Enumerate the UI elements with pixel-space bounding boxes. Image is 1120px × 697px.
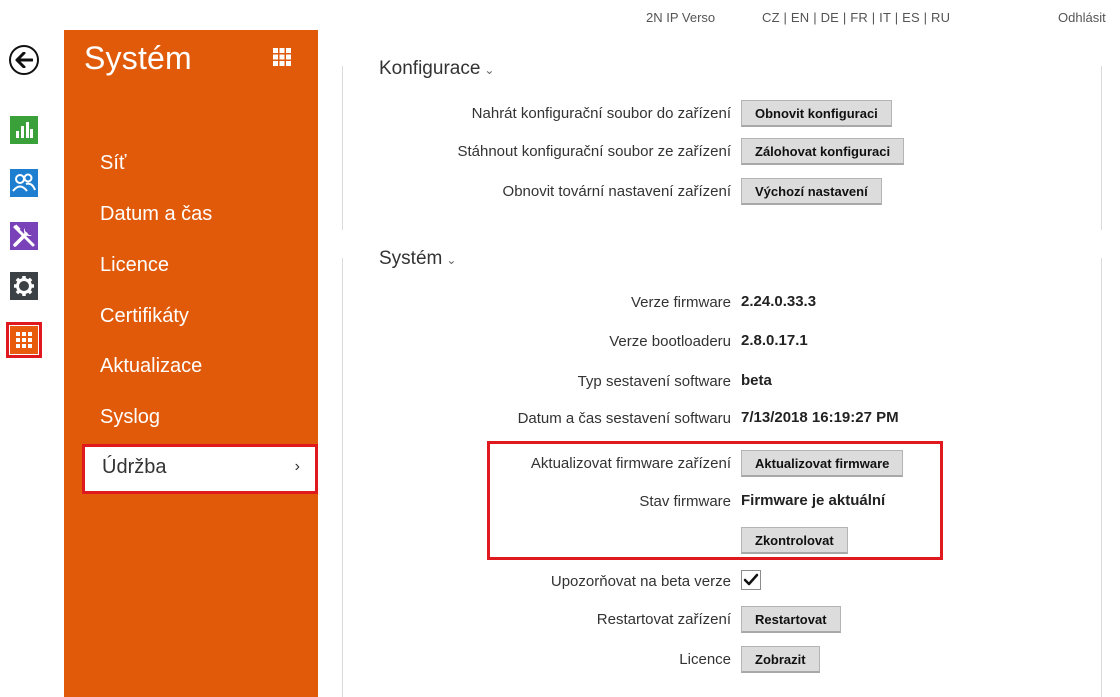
firmware-version-value: 2.24.0.33.3	[741, 293, 817, 310]
sidebar-title: Systém	[84, 40, 192, 76]
beta-notify-row: Upozorňovat na beta verze	[343, 568, 1103, 596]
row-label: Verze bootloaderu	[609, 333, 731, 350]
sidebar-item-datum-a-cas[interactable]: Datum a čas	[100, 203, 212, 226]
chevron-down-icon: ⌄	[484, 63, 495, 77]
row-label: Licence	[679, 651, 731, 668]
row-label: Stáhnout konfigurační soubor ze zařízení	[457, 143, 731, 160]
language-selector[interactable]: CZ | EN | DE | FR | IT | ES | RU	[762, 10, 950, 25]
license-row: Licence Zobrazit	[343, 646, 1103, 674]
build-date-value: 7/13/2018 16:19:27 PM	[741, 409, 899, 426]
config-row-factory-reset: Obnovit tovární nastavení zařízení Výcho…	[343, 178, 1103, 206]
row-label: Upozorňovat na beta verze	[550, 573, 731, 590]
section-title: Konfigurace	[379, 58, 481, 79]
bootloader-version-value: 2.8.0.17.1	[741, 332, 808, 349]
restore-config-button[interactable]: Obnovit konfiguraci	[741, 100, 892, 127]
device-name: 2N IP Verso	[646, 10, 716, 25]
bootloader-version-row: Verze bootloaderu 2.8.0.17.1	[343, 328, 1103, 356]
row-label: Restartovat zařízení	[596, 611, 731, 628]
row-label: Verze firmware	[630, 294, 731, 311]
row-label: Typ sestavení software	[577, 373, 731, 390]
sidebar-item-udrzba[interactable]: Údržba ›	[82, 444, 318, 494]
sidebar-item-syslog[interactable]: Syslog	[100, 406, 160, 429]
users-icon[interactable]	[10, 169, 38, 197]
config-row-upload: Nahrát konfigurační soubor do zařízení O…	[343, 100, 1103, 128]
configuration-section: Konfigurace ⌄ Nahrát konfigurační soubor …	[342, 58, 1103, 230]
factory-defaults-button[interactable]: Výchozí nastavení	[741, 178, 882, 205]
section-header[interactable]: Systém ⌄	[377, 248, 459, 270]
sidebar-item-licence[interactable]: Licence	[100, 254, 169, 277]
firmware-check-row: Zkontrolovat	[343, 527, 1103, 555]
show-license-button[interactable]: Zobrazit	[741, 646, 820, 673]
build-type-row: Typ sestavení software beta	[343, 368, 1103, 396]
top-bar: 2N IP Verso CZ | EN | DE | FR | IT | ES …	[0, 10, 1120, 30]
firmware-status-row: Stav firmware Firmware je aktuální	[343, 488, 1103, 516]
back-arrow-icon[interactable]	[9, 45, 39, 75]
sidebar-item-label: Údržba	[102, 456, 167, 478]
row-label: Aktualizovat firmware zařízení	[530, 455, 731, 472]
grid-icon[interactable]	[6, 322, 42, 358]
gear-icon[interactable]	[10, 272, 38, 300]
bar-chart-icon[interactable]	[10, 116, 38, 144]
system-section: Systém ⌄ Verze firmware 2.24.0.33.3 Verze…	[342, 248, 1103, 697]
sidebar-item-aktualizace[interactable]: Aktualizace	[100, 355, 202, 378]
backup-config-button[interactable]: Zálohovat konfiguraci	[741, 138, 905, 165]
sidebar: Systém Síť Datum a čas Licence Certifiká…	[64, 30, 318, 697]
chevron-right-icon: ›	[294, 458, 300, 475]
build-type-value: beta	[741, 372, 772, 389]
row-label: Obnovit tovární nastavení zařízení	[502, 183, 731, 200]
build-date-row: Datum a čas sestavení softwaru 7/13/2018…	[343, 405, 1103, 433]
row-label: Stav firmware	[639, 493, 731, 510]
config-row-download: Stáhnout konfigurační soubor ze zařízení…	[343, 138, 1103, 166]
restart-row: Restartovat zařízení Restartovat	[343, 606, 1103, 634]
beta-notify-checkbox[interactable]	[741, 570, 761, 590]
firmware-version-row: Verze firmware 2.24.0.33.3	[343, 289, 1103, 317]
check-firmware-button[interactable]: Zkontrolovat	[741, 527, 848, 554]
section-title: Systém	[379, 248, 443, 269]
chevron-down-icon: ⌄	[446, 253, 457, 267]
restart-button[interactable]: Restartovat	[741, 606, 841, 633]
section-header[interactable]: Konfigurace ⌄	[377, 58, 497, 80]
tools-icon[interactable]	[10, 222, 38, 250]
row-label: Datum a čas sestavení softwaru	[517, 410, 731, 427]
update-firmware-button[interactable]: Aktualizovat firmware	[741, 450, 904, 477]
sidebar-item-certifikaty[interactable]: Certifikáty	[100, 305, 189, 328]
firmware-update-row: Aktualizovat firmware zařízení Aktualizo…	[343, 450, 1103, 478]
sidebar-item-sit[interactable]: Síť	[100, 152, 126, 175]
grid-icon[interactable]	[273, 48, 291, 66]
row-label: Nahrát konfigurační soubor do zařízení	[471, 105, 731, 122]
logout-link[interactable]: Odhlásit	[1058, 10, 1106, 25]
firmware-status-value: Firmware je aktuální	[741, 492, 886, 509]
